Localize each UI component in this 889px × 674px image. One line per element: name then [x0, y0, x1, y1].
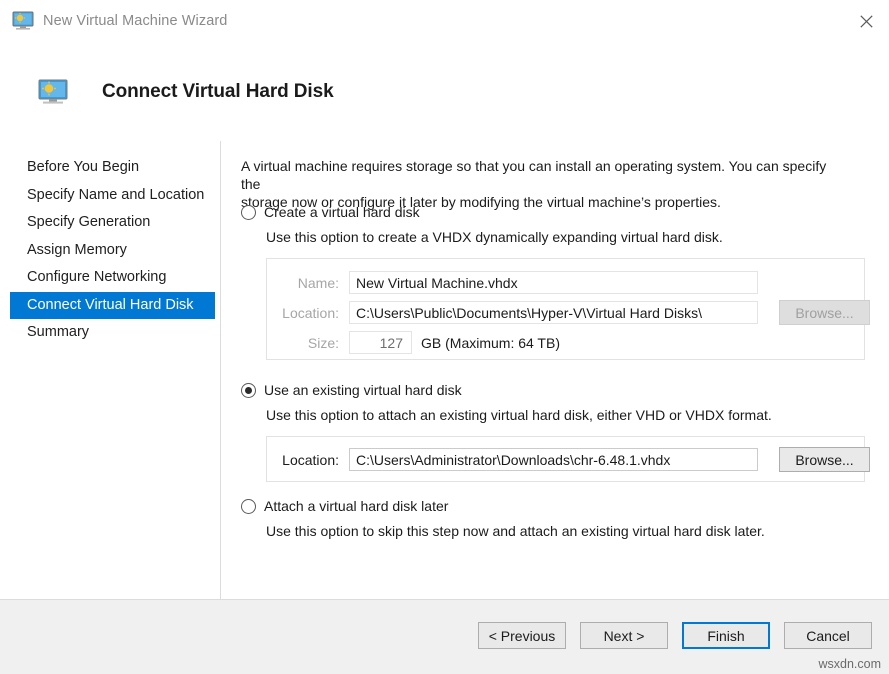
radio-row-later[interactable]: Attach a virtual hard disk later: [241, 498, 765, 514]
wizard-steps-sidebar: Before You Begin Specify Name and Locati…: [0, 141, 221, 599]
option-description-existing: Use this option to attach an existing vi…: [266, 407, 772, 423]
virtual-machine-icon: [38, 79, 68, 105]
sidebar-item-label: Specify Name and Location: [27, 186, 205, 203]
option-attach-later: Attach a virtual hard disk later Use thi…: [241, 498, 765, 539]
option-create-virtual-hard-disk: Create a virtual hard disk Use this opti…: [241, 204, 723, 245]
sidebar-item-specify-name-and-location[interactable]: Specify Name and Location: [0, 182, 220, 210]
sidebar-item-before-you-begin[interactable]: Before You Begin: [0, 154, 220, 182]
close-icon[interactable]: [843, 0, 889, 42]
intro-text: A virtual machine requires storage so th…: [241, 157, 841, 211]
radio-use-existing-virtual-hard-disk[interactable]: [241, 383, 256, 398]
sidebar-item-assign-memory[interactable]: Assign Memory: [0, 237, 220, 265]
cancel-button[interactable]: Cancel: [784, 622, 872, 649]
footer-button-group: < Previous Next > Finish Cancel: [478, 622, 872, 649]
wizard-content: A virtual machine requires storage so th…: [221, 141, 889, 599]
browse-button-create[interactable]: Browse...: [779, 300, 870, 325]
location-field-row: Location: C:\Users\Public\Documents\Hype…: [276, 301, 758, 324]
size-field-row: Size: 127 GB (Maximum: 64 TB): [276, 331, 560, 354]
size-suffix-label: GB (Maximum: 64 TB): [421, 334, 560, 351]
previous-button[interactable]: < Previous: [478, 622, 566, 649]
sidebar-item-label: Configure Networking: [27, 269, 167, 285]
body-area: Before You Begin Specify Name and Locati…: [0, 141, 889, 599]
next-button[interactable]: Next >: [580, 622, 668, 649]
radio-row-create[interactable]: Create a virtual hard disk: [241, 204, 723, 220]
sidebar-item-label: Summary: [27, 324, 90, 340]
sidebar-item-label: Connect Virtual Hard Disk: [27, 296, 194, 313]
option-use-existing-virtual-hard-disk: Use an existing virtual hard disk Use th…: [241, 382, 772, 423]
radio-attach-virtual-hard-disk-later[interactable]: [241, 499, 256, 514]
radio-create-virtual-hard-disk[interactable]: [241, 205, 256, 220]
option-label-later: Attach a virtual hard disk later: [264, 498, 449, 514]
existing-location-label: Location:: [282, 451, 339, 468]
finish-button[interactable]: Finish: [682, 622, 770, 649]
browse-button-existing[interactable]: Browse...: [779, 447, 870, 472]
name-input[interactable]: New Virtual Machine.vhdx: [349, 271, 758, 294]
name-label: Name:: [297, 274, 339, 291]
page-title: Connect Virtual Hard Disk: [102, 80, 334, 102]
title-bar: New Virtual Machine Wizard: [0, 0, 889, 42]
page-header: Connect Virtual Hard Disk: [0, 42, 889, 141]
sidebar-item-label: Assign Memory: [27, 241, 127, 258]
intro-line-1: A virtual machine requires storage so th…: [241, 158, 827, 192]
sidebar-item-label: Before You Begin: [27, 159, 140, 175]
location-label: Location:: [282, 304, 339, 321]
size-input[interactable]: 127: [349, 331, 412, 354]
watermark: wsxdn.com: [818, 657, 881, 671]
new-virtual-machine-wizard-window: New Virtual Machine Wizard Connect Virtu…: [0, 0, 889, 674]
option-description-later: Use this option to skip this step now an…: [266, 523, 765, 539]
existing-location-input[interactable]: C:\Users\Administrator\Downloads\chr-6.4…: [349, 448, 758, 471]
sidebar-item-label: Specify Generation: [27, 214, 151, 230]
option-label-create: Create a virtual hard disk: [264, 204, 420, 220]
existing-disk-panel: Location: C:\Users\Administrator\Downloa…: [266, 436, 870, 482]
wizard-footer: < Previous Next > Finish Cancel wsxdn.co…: [0, 599, 889, 674]
virtual-machine-icon: [12, 11, 34, 31]
create-disk-panel: Name: New Virtual Machine.vhdx Location:…: [266, 258, 870, 360]
radio-row-existing[interactable]: Use an existing virtual hard disk: [241, 382, 772, 398]
window-title: New Virtual Machine Wizard: [43, 13, 228, 29]
sidebar-item-specify-generation[interactable]: Specify Generation: [0, 209, 220, 237]
sidebar-item-connect-virtual-hard-disk[interactable]: Connect Virtual Hard Disk: [10, 291, 215, 319]
existing-location-field-row: Location: C:\Users\Administrator\Downloa…: [276, 448, 758, 471]
size-label: Size:: [307, 334, 339, 351]
option-description-create: Use this option to create a VHDX dynamic…: [266, 229, 723, 245]
location-input[interactable]: C:\Users\Public\Documents\Hyper-V\Virtua…: [349, 301, 758, 324]
name-field-row: Name: New Virtual Machine.vhdx: [276, 271, 758, 294]
option-label-existing: Use an existing virtual hard disk: [264, 382, 462, 398]
sidebar-item-summary[interactable]: Summary: [0, 319, 220, 347]
sidebar-item-configure-networking[interactable]: Configure Networking: [0, 264, 220, 292]
